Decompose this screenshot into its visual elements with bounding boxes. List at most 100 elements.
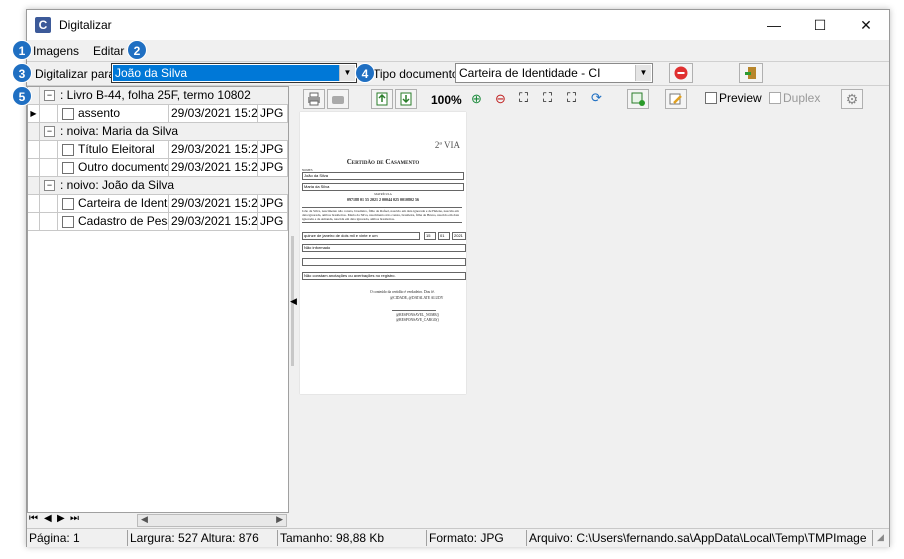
row-checkbox[interactable] <box>62 198 74 210</box>
doc-day: 15 <box>424 232 436 240</box>
first-record-icon[interactable]: ⏮ <box>29 513 38 524</box>
import-button[interactable] <box>395 89 417 109</box>
edit-image-button[interactable] <box>665 89 687 109</box>
doc-footer-1: O conteúdo da certidão é verdadeiro. Dou… <box>370 290 435 294</box>
doc-type-cell: JPG <box>258 159 288 176</box>
doc-name-cell: Outro documento <box>78 159 169 176</box>
duplex-label: Duplex <box>783 91 821 105</box>
doc-year: 2021 <box>452 232 466 240</box>
tree-group-row[interactable]: −: noivo: João da Silva <box>28 177 288 195</box>
scan-to-combo[interactable]: João da Silva ▼ <box>111 63 357 83</box>
scan-to-value: João da Silva <box>115 66 188 80</box>
doc-body: João da Silva, nascimento não consta, br… <box>302 207 462 223</box>
stop-icon <box>674 66 688 80</box>
document-preview: 2ª VIA Certidão de Casamento NOMES João … <box>300 112 466 394</box>
horizontal-scrollbar[interactable]: ◀ ▶ <box>137 514 287 527</box>
maximize-button[interactable]: ☐ <box>797 10 843 40</box>
menu-imagens[interactable]: Imagens <box>33 44 79 58</box>
doc-date-cell: 29/03/2021 15:2 <box>171 105 258 122</box>
doc-matricula: 097188 01 55 2021 2 00044 025 0010802 56 <box>347 197 419 202</box>
document-tree[interactable]: −: Livro B-44, folha 25F, termo 10802 ▶ as… <box>27 86 289 513</box>
doc-footer-2: @CIDADE, @DATALATE ALUDY <box>390 296 444 300</box>
zoom-in-icon[interactable]: ⊕ <box>471 91 482 107</box>
scroll-left-icon[interactable]: ◀ <box>141 514 148 525</box>
minimize-button[interactable]: — <box>751 10 797 40</box>
indent-cell <box>40 159 58 176</box>
exit-door-icon <box>745 67 756 79</box>
table-row[interactable]: ▶ assento 29/03/2021 15:2 JPG <box>28 105 288 123</box>
zoom-out-icon[interactable]: ⊖ <box>495 91 506 107</box>
title-bar: C Digitalizar — ☐ ✕ <box>27 10 889 40</box>
table-row[interactable]: Título Eleitoral 29/03/2021 15:2 JPG <box>28 141 288 159</box>
row-checkbox[interactable] <box>62 108 74 120</box>
fit-page-icon[interactable]: ⛶ <box>519 90 528 106</box>
doc-month: 01 <box>438 232 450 240</box>
table-row[interactable]: Outro documento 29/03/2021 15:2 JPG <box>28 159 288 177</box>
row-indicator <box>28 159 40 176</box>
doc-name-cell: Título Eleitoral <box>76 141 169 158</box>
last-record-icon[interactable]: ⏭ <box>70 513 79 524</box>
close-button[interactable]: ✕ <box>843 10 889 40</box>
status-dimensions: Largura: 527 Altura: 876 <box>128 530 278 546</box>
gear-icon: ⚙ <box>845 91 859 107</box>
collapse-icon[interactable]: − <box>44 180 55 191</box>
doc-type-cell: JPG <box>258 213 288 230</box>
tree-group-row[interactable]: −: noiva: Maria da Silva <box>28 123 288 141</box>
chevron-down-icon[interactable]: ▼ <box>339 65 355 81</box>
group-label: : noivo: João da Silva <box>60 178 175 192</box>
fit-width-icon[interactable]: ⛶ <box>543 90 552 106</box>
table-row[interactable]: Carteira de Identid 29/03/2021 15:2 JPG <box>28 195 288 213</box>
menu-editar[interactable]: Editar <box>93 44 124 58</box>
doc-date-cell: 29/03/2021 15:2 <box>171 159 258 176</box>
table-row[interactable]: Cadastro de Pessc29/03/2021 15:2JPG <box>28 213 288 231</box>
doc-date-cell: 29/03/2021 15:2 <box>171 141 258 158</box>
doc-type-cell: JPG <box>258 105 288 122</box>
stop-button[interactable] <box>669 63 693 83</box>
print-button[interactable] <box>303 89 325 109</box>
collapse-icon[interactable]: − <box>44 126 55 137</box>
export-button[interactable] <box>371 89 393 109</box>
signature-line <box>392 310 436 311</box>
status-size: Tamanho: 98,88 Kb <box>278 530 427 546</box>
export-page-icon <box>376 92 388 106</box>
chevron-down-icon[interactable]: ▼ <box>635 65 651 81</box>
group-label: : Livro B-44, folha 25F, termo 10802 <box>60 88 251 102</box>
badge-2: 2 <box>127 40 147 60</box>
tree-navigation-bar: ⏮ ◀ ▶ ⏭ ◀ ▶ <box>27 513 289 528</box>
doc-type-combo[interactable]: Carteira de Identidade - CI ▼ <box>455 63 653 83</box>
next-record-icon[interactable]: ▶ <box>57 513 65 524</box>
doc-blank-field <box>302 258 466 266</box>
collapse-icon[interactable]: − <box>44 90 55 101</box>
doc-date-text: quinze de janeiro de dois mil e vinte e … <box>302 232 420 240</box>
row-indicator <box>28 177 40 194</box>
rotate-icon[interactable]: ⟳ <box>591 90 602 106</box>
exit-button[interactable] <box>739 63 763 83</box>
preview-checkbox[interactable] <box>705 92 717 104</box>
indent-cell <box>40 105 58 122</box>
scanner-button[interactable] <box>327 89 349 109</box>
resize-grip-icon[interactable]: ◢ <box>877 532 884 543</box>
prev-record-icon[interactable]: ◀ <box>44 513 52 524</box>
tree-group-row[interactable]: −: Livro B-44, folha 25F, termo 10802 <box>28 87 288 105</box>
status-page: Página: 1 <box>27 530 128 546</box>
row-indicator <box>28 213 40 230</box>
settings-button[interactable]: ⚙ <box>841 89 863 109</box>
row-checkbox[interactable] <box>62 162 74 174</box>
row-checkbox[interactable] <box>62 144 74 156</box>
scroll-right-icon[interactable]: ▶ <box>276 514 283 525</box>
zoom-level[interactable]: 100% <box>431 93 462 107</box>
doc-regime: Não informado <box>302 244 466 252</box>
doc-footer-3: @RESPONSAVEL_NOME() <box>396 313 439 317</box>
doc-notes: Não constam anotações ou averbações no r… <box>302 272 466 280</box>
duplex-checkbox <box>769 92 781 104</box>
doc-type-value: Carteira de Identidade - CI <box>459 66 601 80</box>
doc-date-cell: 29/03/2021 15:2 <box>171 195 258 212</box>
fit-height-icon[interactable]: ⛶ <box>567 90 576 106</box>
row-indicator: ▶ <box>28 105 40 122</box>
viewer-toolbar: 100% ⊕ ⊖ ⛶ ⛶ ⛶ ⟳ Preview Duplex ⚙ <box>297 87 889 111</box>
status-format: Formato: JPG <box>427 530 527 546</box>
row-checkbox[interactable] <box>62 216 74 228</box>
viewer-scroll-area <box>289 84 295 514</box>
doc-name-1: João da Silva <box>302 172 464 180</box>
add-image-button[interactable] <box>627 89 649 109</box>
